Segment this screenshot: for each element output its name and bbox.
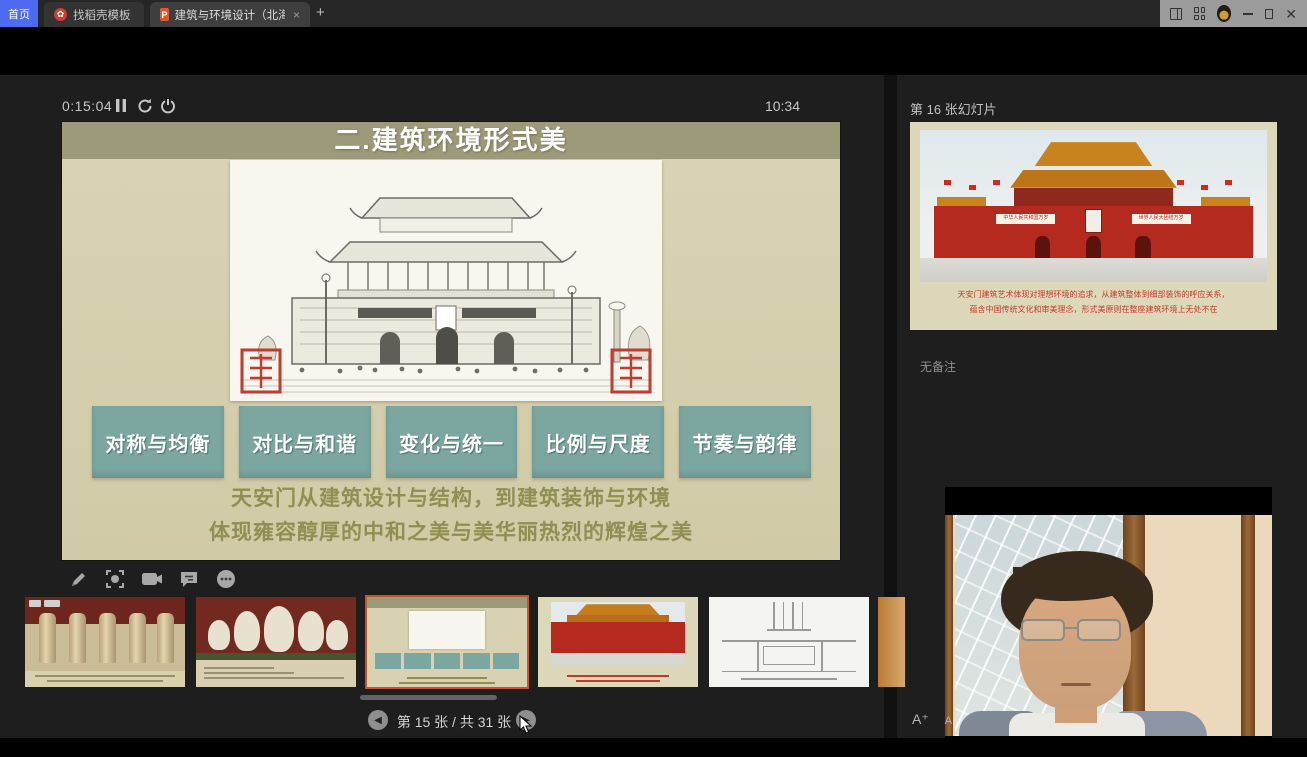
restore-button[interactable] <box>1265 9 1274 19</box>
font-decrease-button[interactable]: A <box>945 715 952 727</box>
previous-slide-button[interactable]: ◀ <box>368 710 388 730</box>
pause-icon[interactable] <box>114 98 128 113</box>
app-window: 首页 ✿ 找稻壳模板 P 建筑与环境设计（北海）(2).pptx × + ✕ 0… <box>0 0 1307 757</box>
slide-counter: 第 15 张 / 共 31 张 <box>394 712 514 732</box>
slide-navigation: ◀ 第 15 张 / 共 31 张 ▶ <box>360 708 545 734</box>
laser-pointer-button[interactable] <box>103 567 127 591</box>
presenter <box>963 545 1223 736</box>
new-tab-button[interactable]: + <box>316 4 325 21</box>
preview-caption-line2: 蕴含中国传统文化和审美理念，形式美原则在整座建筑环境上无处不在 <box>920 302 1267 317</box>
next-slide-header: 第 16 张幻灯片 <box>910 99 997 118</box>
camera-button[interactable] <box>140 567 164 591</box>
thumbnail-slide-15-current[interactable] <box>367 597 527 687</box>
font-increase-button[interactable]: A⁺ <box>912 711 929 728</box>
close-button[interactable]: ✕ <box>1285 7 1297 21</box>
filmstrip-scrollbar[interactable] <box>360 695 497 700</box>
presentation-stage: 0:15:04 10:34 二.建筑环境形式美 <box>0 75 1307 738</box>
portrait <box>1085 209 1102 233</box>
webcam-video <box>945 515 1272 736</box>
presenter-webcam[interactable] <box>945 487 1272 738</box>
principle-buttons: 对称与均衡 对比与和谐 变化与统一 比例与尺度 节奏与韵律 <box>92 406 811 478</box>
tab-docer-label: 找稻壳模板 <box>73 7 131 23</box>
minimize-button[interactable] <box>1243 13 1252 15</box>
window-controls: ✕ <box>1160 0 1307 27</box>
tab-home[interactable]: 首页 <box>0 0 38 27</box>
next-slide-preview[interactable]: 中华人民共和国万岁 世界人民大团结万岁 天安门建筑艺术体现对理想环境的追求，从建… <box>910 122 1277 330</box>
restart-icon[interactable] <box>137 98 153 114</box>
tiananmen-photo: 中华人民共和国万岁 世界人民大团结万岁 <box>920 130 1267 282</box>
tab-document[interactable]: P 建筑与环境设计（北海）(2).pptx × <box>150 2 310 27</box>
button-proportion-scale[interactable]: 比例与尺度 <box>532 406 664 478</box>
tab-docer-templates[interactable]: ✿ 找稻壳模板 <box>44 2 144 27</box>
slide-filmstrip <box>0 596 884 690</box>
button-symmetry-balance[interactable]: 对称与均衡 <box>92 406 224 478</box>
notes-font-controls: A⁺ A <box>912 711 952 728</box>
tiananmen-engraving-image <box>230 160 662 401</box>
tab-bar: 首页 ✿ 找稻壳模板 P 建筑与环境设计（北海）(2).pptx × + ✕ <box>0 0 1307 27</box>
slide-title: 二.建筑环境形式美 <box>62 122 840 159</box>
split-view-icon[interactable] <box>1170 8 1182 20</box>
slide-caption-line2: 体现雍容醇厚的中和之美与美华丽热烈的辉煌之美 <box>62 516 840 546</box>
pen-tool-button[interactable] <box>66 567 90 591</box>
play-bar: 0:15:04 10:34 <box>62 95 840 119</box>
thumbnail-slide-18-partial[interactable] <box>878 597 905 687</box>
thumbnail-slide-14[interactable] <box>196 597 356 687</box>
preview-caption-line1: 天安门建筑艺术体现对理想环境的追求，从建筑整体到细部装饰的呼应关系， <box>920 287 1267 302</box>
slide-caption-line1: 天安门从建筑设计与结构，到建筑装饰与环境 <box>62 482 840 512</box>
thumbnail-slide-17[interactable] <box>709 597 869 687</box>
annotation-toolbar <box>66 567 238 591</box>
button-variety-unity[interactable]: 变化与统一 <box>386 406 518 478</box>
button-rhythm-cadence[interactable]: 节奏与韵律 <box>679 406 811 478</box>
banner-right: 世界人民大团结万岁 <box>1132 214 1191 225</box>
ppt-file-icon: P <box>160 8 169 21</box>
tab-document-label: 建筑与环境设计（北海）(2).pptx <box>175 7 285 23</box>
user-avatar[interactable] <box>1217 5 1231 22</box>
thumbnail-slide-13[interactable] <box>25 597 185 687</box>
notes-placeholder: 无备注 <box>920 358 956 375</box>
grid-view-icon[interactable] <box>1194 7 1205 20</box>
current-slide[interactable]: 二.建筑环境形式美 <box>62 122 840 560</box>
comment-button[interactable] <box>177 567 201 591</box>
tab-close-icon[interactable]: × <box>293 8 300 22</box>
wall-clock: 10:34 <box>765 98 800 114</box>
power-icon[interactable] <box>160 98 176 114</box>
elapsed-timer: 0:15:04 <box>62 98 112 114</box>
thumbnail-slide-16[interactable] <box>538 597 698 687</box>
button-contrast-harmony[interactable]: 对比与和谐 <box>239 406 371 478</box>
mouse-cursor <box>519 715 533 735</box>
banner-left: 中华人民共和国万岁 <box>996 214 1055 225</box>
more-options-button[interactable] <box>214 567 238 591</box>
docer-icon: ✿ <box>54 8 67 21</box>
